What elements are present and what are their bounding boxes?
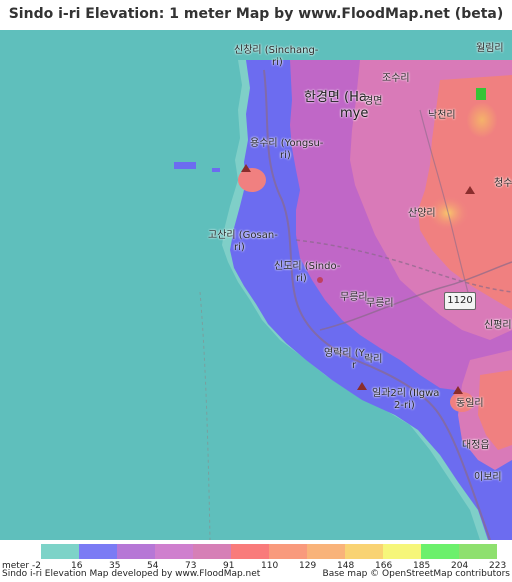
place-label-mureung-2: 무릉리 <box>366 298 394 309</box>
place-label-josu: 조수리 <box>382 73 410 84</box>
place-label-sinchang: 신창리 (Sinchang- <box>234 45 319 56</box>
terrain-layer <box>0 30 512 541</box>
legend-tick-label: 129 <box>299 561 317 571</box>
legend-swatch <box>231 544 269 559</box>
footer-credit: Sindo i-ri Elevation Map developed by ww… <box>2 569 261 579</box>
legend-color-bar <box>41 544 497 559</box>
summit-marker <box>476 88 486 100</box>
place-label-nakcheon: 낙천리 <box>428 110 456 121</box>
legend-swatch <box>459 544 497 559</box>
place-label-sinchang-2: ri) <box>272 57 283 68</box>
legend-tick-label: 110 <box>261 561 279 571</box>
place-label-sinpyeong: 신평리 <box>484 320 512 331</box>
place-label-hangyeong: 한경면 (Ha <box>304 90 367 105</box>
place-label-gosan: 고산리 (Gosan- <box>208 230 278 241</box>
place-label-cheongsu: 청수 <box>494 178 512 189</box>
place-label-mureung-1: 무릉리 <box>340 292 368 303</box>
place-label-sindo: 신도리 (Sindo- <box>274 261 341 272</box>
legend-swatch <box>79 544 117 559</box>
legend-swatch <box>41 544 79 559</box>
place-label-ilgwa: 일과2리 (Ilgwa <box>372 388 440 399</box>
legend-swatch <box>117 544 155 559</box>
legend-swatch <box>155 544 193 559</box>
islet <box>174 162 196 169</box>
place-label-yeongnak: 영락리 (Y <box>324 348 365 359</box>
place-label-gosan-2: ri) <box>234 242 245 253</box>
place-label-sanyang: 산양리 <box>408 208 436 219</box>
place-label-ilgwa-2: 2-ri) <box>394 400 415 411</box>
place-label-daejeong: 대정읍 <box>462 440 490 451</box>
place-label-wollim: 월림리 <box>476 43 504 54</box>
place-label-hangyeong-2: mye <box>340 106 369 121</box>
site-marker-sindo <box>317 277 323 283</box>
place-label-iseori: 이보리 <box>474 472 502 483</box>
place-label-yongsu-2: ri) <box>280 150 291 161</box>
place-label-yeongnak-2: r <box>352 360 357 371</box>
place-label-sindo-2: ri) <box>296 273 307 284</box>
place-label-dongil: 동일리 <box>456 398 484 409</box>
legend-swatch <box>383 544 421 559</box>
islet-small <box>212 168 220 172</box>
road-shield-1120: 1120 <box>444 292 476 310</box>
legend-swatch <box>193 544 231 559</box>
elevation-map[interactable]: 신창리 (Sinchang- ri) 월림리 조수리 한경면 (Ha mye 경… <box>0 30 512 568</box>
map-title: Sindo i-ri Elevation: 1 meter Map by www… <box>0 0 512 30</box>
place-label-yeongnak-3: 락리 <box>364 354 383 365</box>
legend-swatch <box>345 544 383 559</box>
legend-swatch <box>421 544 459 559</box>
legend-swatch <box>307 544 345 559</box>
legend-swatch <box>269 544 307 559</box>
footer-attribution: Base map © OpenStreetMap contributors <box>322 569 510 579</box>
place-label-yongsu: 용수리 (Yongsu- <box>250 138 324 149</box>
place-label-hangyeong-3: 경면 <box>364 96 383 107</box>
